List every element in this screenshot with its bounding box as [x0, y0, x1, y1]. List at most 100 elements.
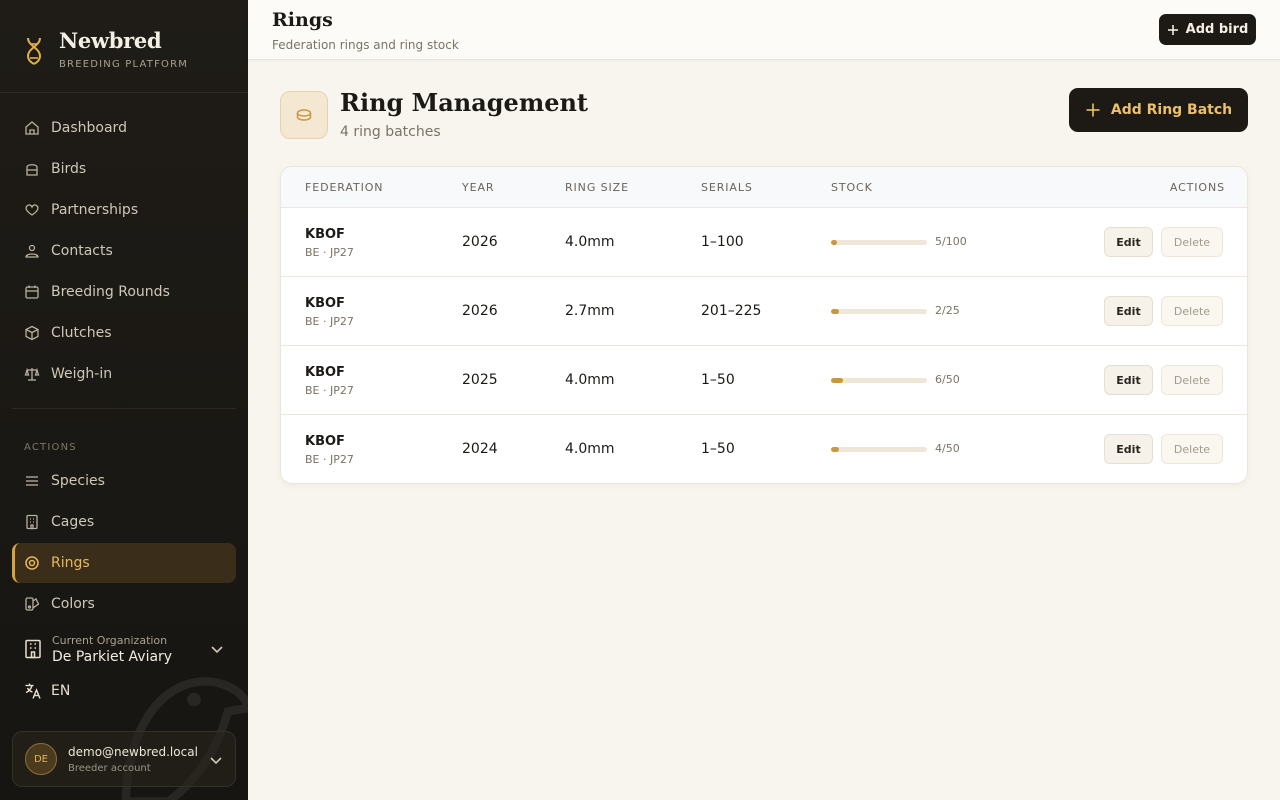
stock-progress-fill	[831, 240, 837, 245]
stock-progress-fill	[831, 447, 839, 452]
federation-code: BE · JP27	[305, 246, 354, 259]
brand-subtitle: BREEDING PLATFORM	[59, 59, 189, 70]
scale-icon	[24, 367, 40, 381]
serials-cell: 1–50	[701, 441, 735, 457]
table-header: FEDERATION YEAR RING SIZE SERIALS STOCK …	[281, 167, 1247, 208]
section-title: Ring Management	[340, 88, 589, 117]
sidebar-item-colors[interactable]: Colors	[12, 584, 236, 624]
stock-count: 6/50	[935, 373, 960, 386]
sidebar-item-label: Cages	[51, 514, 95, 530]
ring-size-cell: 4.0mm	[565, 372, 615, 388]
table-row: KBOF BE · JP27 2026 4.0mm 1–100 5/100 Ed…	[281, 208, 1247, 277]
avatar: DE	[25, 743, 57, 775]
brand[interactable]: Newbred BREEDING PLATFORM	[24, 28, 188, 70]
organization-switcher[interactable]: Current Organization De Parkiet Aviary	[12, 628, 236, 670]
column-header-ring-size: RING SIZE	[565, 181, 629, 194]
delete-button[interactable]: Delete	[1161, 296, 1223, 326]
sidebar-item-cages[interactable]: Cages	[12, 502, 236, 542]
year-cell: 2024	[462, 441, 498, 457]
organization-label: Current Organization	[52, 633, 168, 647]
serials-cell: 201–225	[701, 303, 762, 319]
sidebar-section-label: ACTIONS	[24, 442, 77, 453]
chevron-down-icon	[210, 757, 222, 765]
sidebar-item-species[interactable]: Species	[12, 461, 236, 501]
year-cell: 2026	[462, 303, 498, 319]
ring-management-icon-badge	[280, 91, 328, 139]
main-nav: Dashboard Birds Partnerships Contacts Br…	[12, 108, 236, 395]
sidebar-item-label: Clutches	[51, 325, 112, 341]
federation-name: KBOF	[305, 365, 345, 380]
sidebar-item-label: Contacts	[51, 243, 113, 259]
language-label: EN	[51, 683, 71, 699]
add-ring-batch-button[interactable]: Add Ring Batch	[1069, 88, 1248, 132]
edit-button[interactable]: Edit	[1104, 227, 1153, 257]
ring-stack-icon	[296, 109, 312, 121]
federation-name: KBOF	[305, 296, 345, 311]
sidebar-item-weigh-in[interactable]: Weigh-in	[12, 354, 236, 394]
plus-icon	[1086, 103, 1100, 117]
ring-batches-table: FEDERATION YEAR RING SIZE SERIALS STOCK …	[280, 166, 1248, 484]
ring-icon	[25, 556, 39, 570]
sidebar-item-rings[interactable]: Rings	[12, 543, 236, 583]
column-header-stock: STOCK	[831, 181, 873, 194]
delete-button[interactable]: Delete	[1161, 365, 1223, 395]
sidebar-item-label: Rings	[51, 555, 90, 571]
list-icon	[26, 476, 38, 486]
language-switcher[interactable]: EN	[24, 682, 70, 700]
home-icon	[25, 121, 39, 135]
stock-count: 4/50	[935, 442, 960, 455]
user-menu[interactable]: DE demo@newbred.local Breeder account	[12, 731, 236, 787]
serials-cell: 1–50	[701, 372, 735, 388]
sidebar-item-label: Birds	[51, 161, 87, 177]
building-icon	[25, 639, 41, 659]
stock-progress-bar	[831, 447, 927, 452]
sidebar: Newbred BREEDING PLATFORM Dashboard Bird…	[0, 0, 248, 800]
palette-icon	[25, 597, 40, 611]
sidebar-item-label: Weigh-in	[51, 366, 113, 382]
sidebar-item-dashboard[interactable]: Dashboard	[12, 108, 236, 148]
sidebar-item-partnerships[interactable]: Partnerships	[12, 190, 236, 230]
sidebar-item-label: Species	[51, 473, 105, 489]
federation-name: KBOF	[305, 227, 345, 242]
calendar-icon	[25, 285, 39, 299]
sidebar-divider	[0, 92, 248, 93]
sidebar-item-label: Colors	[51, 596, 95, 612]
sidebar-divider	[12, 408, 236, 409]
sidebar-item-clutches[interactable]: Clutches	[12, 313, 236, 353]
federation-code: BE · JP27	[305, 453, 354, 466]
chevron-down-icon	[211, 646, 223, 654]
stock-progress-fill	[831, 309, 839, 314]
edit-button[interactable]: Edit	[1104, 434, 1153, 464]
birds-icon	[26, 164, 38, 176]
sidebar-item-label: Dashboard	[51, 120, 127, 136]
add-bird-button[interactable]: Add bird	[1159, 14, 1256, 45]
delete-button[interactable]: Delete	[1161, 227, 1223, 257]
sidebar-item-breeding-rounds[interactable]: Breeding Rounds	[12, 272, 236, 312]
user-role: Breeder account	[68, 762, 151, 774]
delete-button[interactable]: Delete	[1161, 434, 1223, 464]
add-ring-batch-label: Add Ring Batch	[1110, 102, 1233, 118]
edit-button[interactable]: Edit	[1104, 296, 1153, 326]
dna-logo-icon	[26, 37, 42, 65]
stock-progress-bar	[831, 309, 927, 314]
plus-icon	[1167, 24, 1178, 35]
stock-progress-bar	[831, 378, 927, 383]
table-row: KBOF BE · JP27 2025 4.0mm 1–50 6/50 Edit…	[281, 346, 1247, 415]
federation-code: BE · JP27	[305, 384, 354, 397]
translate-icon	[25, 683, 41, 699]
box-icon	[25, 325, 39, 341]
column-header-year: YEAR	[462, 181, 495, 194]
edit-button[interactable]: Edit	[1104, 365, 1153, 395]
actions-nav: Species Cages Rings Colors	[12, 461, 236, 625]
stock-count: 5/100	[935, 235, 967, 248]
page-subtitle: Federation rings and ring stock	[272, 38, 459, 52]
column-header-serials: SERIALS	[701, 181, 753, 194]
stock-count: 2/25	[935, 304, 960, 317]
ring-size-cell: 2.7mm	[565, 303, 615, 319]
contacts-icon	[25, 244, 39, 258]
sidebar-item-birds[interactable]: Birds	[12, 149, 236, 189]
sidebar-item-contacts[interactable]: Contacts	[12, 231, 236, 271]
brand-name: Newbred	[59, 28, 162, 53]
table-row: KBOF BE · JP27 2026 2.7mm 201–225 2/25 E…	[281, 277, 1247, 346]
column-header-federation: FEDERATION	[305, 181, 384, 194]
